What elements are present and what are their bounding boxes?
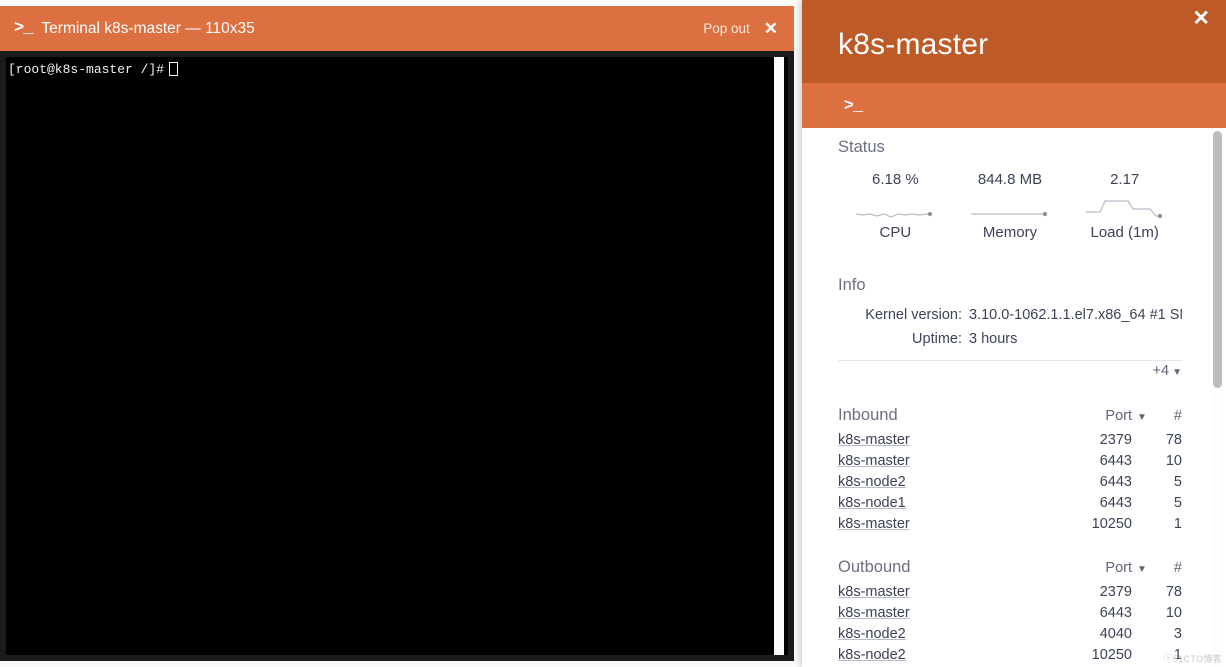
inbound-count: 5 [1173, 474, 1182, 490]
terminal-title: Terminal k8s-master — 110x35 [41, 19, 255, 37]
info-heading: Info [838, 276, 866, 294]
inbound-count: 78 [1165, 432, 1182, 448]
metric-load-sparkline [1085, 200, 1162, 219]
outbound-port: 4040 [1099, 626, 1132, 642]
inbound-host-link[interactable]: k8s-node1 [838, 495, 1058, 511]
metric-load-value: 2.17 [1110, 171, 1140, 188]
inbound-count: 1 [1173, 516, 1182, 532]
outbound-count: 3 [1173, 626, 1182, 642]
table-row[interactable]: k8s-node2 10250 1 [838, 647, 1182, 667]
inbound-host-link[interactable]: k8s-node2 [838, 474, 1058, 490]
metric-cpu: 6.18 % CPU [838, 171, 953, 241]
table-row[interactable]: k8s-master 2379 78 [838, 432, 1182, 453]
inbound-port: 2379 [1099, 432, 1132, 448]
inbound-host-link[interactable]: k8s-master [838, 516, 1058, 532]
panel-content: Status 6.18 % CPU 844.8 MB Memory 2.17 L… [802, 128, 1226, 667]
outbound-host-link[interactable]: k8s-node2 [838, 626, 1058, 642]
inbound-host-link[interactable]: k8s-master [838, 453, 1058, 469]
info-value-uptime: 3 hours [969, 331, 1018, 347]
terminal-cursor [169, 62, 179, 76]
terminal-icon: >_ [843, 96, 863, 116]
host-detail-panel: k8s-master ✕ >_ Status 6.18 % CPU 844.8 … [802, 0, 1226, 667]
table-row[interactable]: k8s-master 10250 1 [838, 516, 1182, 537]
tab-terminal[interactable]: >_ [832, 91, 874, 121]
inbound-count: 10 [1165, 453, 1182, 469]
inbound-port: 6443 [1099, 474, 1132, 490]
terminal-titlebar: >_ Terminal k8s-master — 110x35 Pop out … [0, 6, 794, 51]
inbound-col-port[interactable]: Port [1058, 408, 1132, 424]
terminal-window: >_ Terminal k8s-master — 110x35 Pop out … [0, 6, 794, 661]
outbound-host-link[interactable]: k8s-node2 [838, 647, 1058, 663]
outbound-host-link[interactable]: k8s-master [838, 605, 1058, 621]
inbound-port: 10250 [1091, 516, 1132, 532]
info-show-more-button[interactable]: +4 ▼ [1153, 363, 1182, 379]
inbound-heading: Inbound [838, 406, 898, 424]
outbound-col-count[interactable]: # [1152, 560, 1182, 576]
screen: >_ Terminal k8s-master — 110x35 Pop out … [0, 0, 1226, 667]
outbound-col-port[interactable]: Port [1058, 560, 1132, 576]
table-row[interactable]: k8s-node1 6443 5 [838, 495, 1182, 516]
terminal-body[interactable]: [root@k8s-master /]# [6, 57, 788, 655]
table-row[interactable]: k8s-master 2379 78 [838, 584, 1182, 605]
inbound-table-header: Inbound Port ▼ # [838, 406, 1182, 432]
outbound-sort-caret-icon[interactable]: ▼ [1132, 564, 1152, 575]
metric-memory: 844.8 MB Memory [953, 171, 1068, 241]
panel-header: k8s-master ✕ [802, 0, 1226, 83]
panel-scrollbar-thumb[interactable] [1213, 131, 1222, 388]
chevron-down-icon: ▼ [1172, 367, 1182, 378]
info-row-uptime: Uptime: 3 hours [802, 328, 1182, 350]
inbound-table: Inbound Port ▼ # k8s-master 2379 78 k8s-… [838, 406, 1182, 537]
terminal-prompt-line: [root@k8s-master /]# [8, 62, 165, 77]
outbound-count: 78 [1165, 584, 1182, 600]
outbound-count: 10 [1165, 605, 1182, 621]
metric-memory-sparkline [971, 211, 1048, 217]
inbound-count: 5 [1173, 495, 1182, 511]
panel-tabbar: >_ [802, 83, 1226, 128]
info-value-kernel-version: 3.10.0-1062.1.1.el7.x86_64 #1 SMP Fri ..… [969, 307, 1182, 323]
table-row[interactable]: k8s-master 6443 10 [838, 605, 1182, 626]
info-key-kernel-version: Kernel version: [865, 307, 962, 323]
outbound-host-link[interactable]: k8s-master [838, 584, 1058, 600]
table-row[interactable]: k8s-node2 4040 3 [838, 626, 1182, 647]
outbound-heading: Outbound [838, 558, 911, 576]
inbound-port: 6443 [1099, 495, 1132, 511]
info-divider [838, 360, 1182, 361]
table-row[interactable]: k8s-master 6443 10 [838, 453, 1182, 474]
terminal-output: [root@k8s-master /]# [8, 61, 179, 78]
inbound-host-link[interactable]: k8s-master [838, 432, 1058, 448]
outbound-table-header: Outbound Port ▼ # [838, 558, 1182, 584]
inbound-port: 6443 [1099, 453, 1132, 469]
metric-load: 2.17 Load (1m) [1067, 171, 1182, 241]
terminal-close-icon[interactable]: ✕ [764, 20, 780, 37]
table-row[interactable]: k8s-node2 6443 5 [838, 474, 1182, 495]
inbound-sort-caret-icon[interactable]: ▼ [1132, 412, 1152, 423]
info-row-kernel-version: Kernel version: 3.10.0-1062.1.1.el7.x86_… [802, 304, 1182, 326]
panel-title: k8s-master [838, 28, 989, 61]
info-key-uptime: Uptime: [912, 331, 962, 347]
outbound-port: 2379 [1099, 584, 1132, 600]
metric-cpu-sparkline [856, 211, 933, 218]
terminal-prompt-icon: >_ [14, 19, 33, 38]
pop-out-button[interactable]: Pop out [703, 21, 750, 36]
terminal-scrollbar[interactable] [774, 57, 784, 655]
metric-cpu-label: CPU [879, 224, 912, 241]
metric-memory-label: Memory [982, 224, 1038, 241]
metric-cpu-value: 6.18 % [871, 171, 919, 188]
panel-close-icon[interactable]: ✕ [1192, 8, 1210, 29]
outbound-port: 10250 [1091, 647, 1132, 663]
inbound-col-count[interactable]: # [1152, 408, 1182, 424]
watermark: ⓣ51CTO博客 [1163, 654, 1222, 664]
info-show-more-label: +4 [1152, 363, 1170, 379]
metric-load-label: Load (1m) [1090, 224, 1159, 241]
status-metrics: 6.18 % CPU 844.8 MB Memory 2.17 Load (1m… [838, 171, 1182, 241]
status-heading: Status [838, 138, 885, 156]
outbound-port: 6443 [1099, 605, 1132, 621]
metric-memory-value: 844.8 MB [977, 171, 1043, 188]
outbound-table: Outbound Port ▼ # k8s-master 2379 78 k8s… [838, 558, 1182, 667]
info-rows: Kernel version: 3.10.0-1062.1.1.el7.x86_… [802, 304, 1182, 352]
